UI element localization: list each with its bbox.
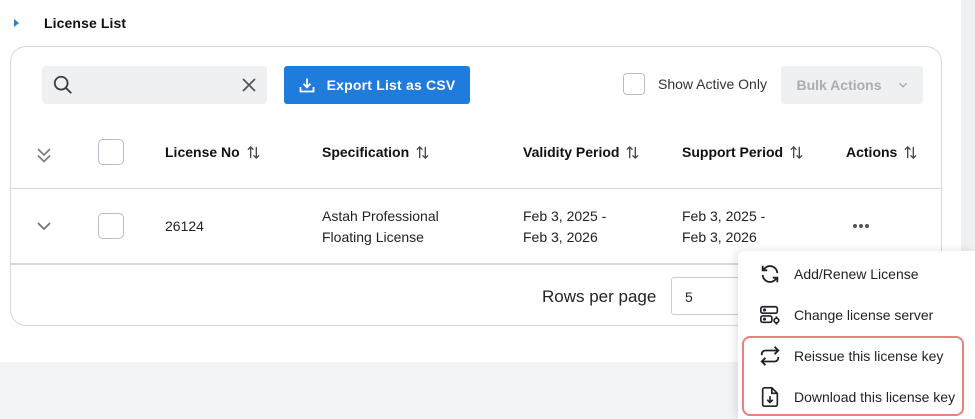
column-support-period-label: Support Period (682, 144, 784, 160)
license-number: 26124 (165, 218, 204, 234)
column-specification[interactable]: Specification (322, 144, 430, 160)
validity-period-cell: Feb 3, 2025 - Feb 3, 2026 (523, 206, 606, 248)
menu-item-add-renew-license[interactable]: Add/Renew License (738, 254, 975, 294)
row-checkbox[interactable] (98, 213, 124, 239)
sort-icon (247, 145, 260, 159)
sort-icon (416, 145, 429, 159)
download-file-icon (761, 387, 779, 407)
specification-cell: Astah Professional Floating License (322, 206, 439, 248)
close-icon[interactable] (241, 77, 257, 93)
column-actions[interactable]: Actions (846, 144, 918, 160)
rows-per-page-label: Rows per page (542, 287, 657, 306)
validity-line-1: Feb 3, 2025 - (523, 208, 607, 224)
sort-icon (626, 145, 640, 159)
sort-icon (904, 145, 917, 159)
menu-item-label: Reissue this license key (794, 348, 944, 364)
column-specification-label: Specification (322, 144, 410, 160)
column-validity-period[interactable]: Validity Period (523, 144, 640, 160)
search-icon (53, 75, 72, 94)
bulk-actions-label: Bulk Actions (796, 77, 882, 93)
export-csv-button[interactable]: Export List as CSV (284, 66, 470, 104)
support-period-cell: Feb 3, 2025 - Feb 3, 2026 (682, 206, 765, 248)
bulk-actions-button[interactable]: Bulk Actions (781, 66, 923, 104)
expand-caret-icon[interactable] (14, 19, 19, 27)
repeat-icon (760, 346, 780, 366)
search-box[interactable] (42, 66, 267, 104)
column-license-no-label: License No (165, 144, 240, 160)
more-options-icon[interactable] (852, 223, 870, 229)
column-actions-label: Actions (846, 144, 898, 160)
menu-item-download-license-key[interactable]: Download this license key (738, 377, 975, 417)
menu-item-label: Change license server (794, 307, 934, 323)
sort-icon (790, 145, 803, 159)
toolbar: Export List as CSV Show Active Only Bulk… (11, 47, 941, 119)
column-support-period[interactable]: Support Period (682, 144, 804, 160)
expand-all-icon[interactable] (36, 146, 52, 164)
menu-item-change-license-server[interactable]: Change license server (738, 295, 975, 335)
column-license-no[interactable]: License No (165, 144, 261, 160)
chevron-down-icon (898, 82, 907, 88)
chevron-down-icon[interactable] (36, 220, 52, 232)
section-header[interactable]: License List (14, 14, 126, 32)
search-input[interactable] (82, 66, 232, 104)
export-csv-label: Export List as CSV (326, 77, 456, 93)
menu-item-label: Add/Renew License (794, 266, 919, 282)
section-title: License List (44, 15, 127, 31)
refresh-icon (761, 265, 779, 283)
specification-line-1: Astah Professional (322, 208, 439, 224)
validity-line-2: Feb 3, 2026 (523, 229, 598, 245)
row-actions-menu: Add/Renew License Change license server … (738, 251, 975, 419)
specification-line-2: Floating License (322, 229, 424, 245)
download-icon (299, 78, 314, 93)
menu-item-label: Download this license key (794, 389, 956, 405)
rows-per-page-value: 5 (685, 289, 693, 305)
menu-item-reissue-license-key[interactable]: Reissue this license key (738, 336, 975, 376)
show-active-only-toggle[interactable]: Show Active Only (623, 73, 767, 95)
support-line-2: Feb 3, 2026 (682, 229, 757, 245)
table-header: License No Specification Validity Period… (11, 131, 941, 189)
support-line-1: Feb 3, 2025 - (682, 208, 766, 224)
show-active-label: Show Active Only (658, 76, 767, 92)
show-active-checkbox[interactable] (623, 73, 645, 95)
server-settings-icon (760, 305, 780, 325)
column-validity-period-label: Validity Period (523, 144, 620, 160)
select-all-checkbox[interactable] (98, 139, 124, 165)
